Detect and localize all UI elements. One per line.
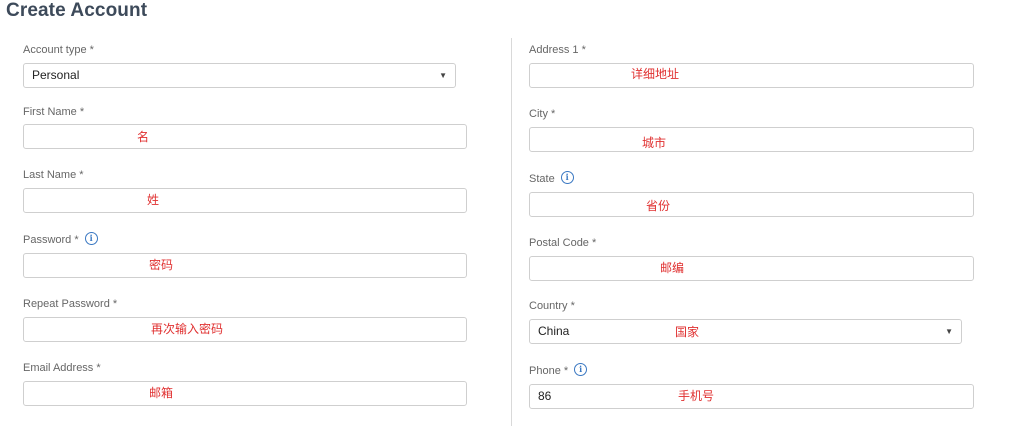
account-type-label: Account type * <box>23 44 94 56</box>
column-divider <box>511 38 512 426</box>
last-name-label-text: Last Name * <box>23 169 84 181</box>
last-name-annotation: 姓 <box>147 193 160 207</box>
password-annotation: 密码 <box>149 258 174 272</box>
postal-code-field[interactable] <box>529 256 974 281</box>
password-field[interactable] <box>23 253 467 278</box>
repeat-password-label: Repeat Password * <box>23 298 117 310</box>
email-field[interactable] <box>23 381 467 406</box>
phone-label: Phone * i <box>529 362 588 377</box>
state-field[interactable] <box>529 192 974 217</box>
first-name-field[interactable] <box>23 124 467 149</box>
country-select[interactable]: China ▼ <box>529 319 962 344</box>
chevron-down-icon: ▼ <box>439 71 447 80</box>
address1-field[interactable] <box>529 63 974 88</box>
email-annotation: 邮箱 <box>149 386 174 400</box>
last-name-label: Last Name * <box>23 169 84 181</box>
repeat-password-annotation: 再次输入密码 <box>151 322 224 336</box>
repeat-password-field[interactable] <box>23 317 467 342</box>
city-field[interactable] <box>529 127 974 152</box>
info-icon[interactable]: i <box>84 231 98 245</box>
phone-value: 86 <box>538 389 552 403</box>
email-label: Email Address * <box>23 362 101 374</box>
first-name-label-text: First Name * <box>23 106 85 118</box>
address1-label-text: Address 1 * <box>529 44 586 56</box>
phone-label-text: Phone * <box>529 365 569 377</box>
phone-field[interactable]: 86 <box>529 384 974 409</box>
email-label-text: Email Address * <box>23 362 101 374</box>
phone-annotation: 手机号 <box>678 389 715 403</box>
country-annotation: 国家 <box>675 325 700 339</box>
first-name-annotation: 名 <box>137 130 150 144</box>
country-label-text: Country * <box>529 300 575 312</box>
account-type-value: Personal <box>32 68 80 82</box>
postal-code-label: Postal Code * <box>529 237 596 249</box>
last-name-field[interactable] <box>23 188 467 213</box>
country-value: China <box>538 324 570 338</box>
info-icon[interactable]: i <box>574 362 588 376</box>
chevron-down-icon: ▼ <box>945 327 953 336</box>
state-label-text: State <box>529 173 555 185</box>
city-label: City * <box>529 108 555 120</box>
country-label: Country * <box>529 300 575 312</box>
password-label-text: Password * <box>23 234 79 246</box>
address1-annotation: 详细地址 <box>631 67 680 81</box>
postal-code-label-text: Postal Code * <box>529 237 597 249</box>
repeat-password-label-text: Repeat Password * <box>23 298 118 310</box>
postal-code-annotation: 邮编 <box>660 261 685 275</box>
info-icon[interactable]: i <box>560 170 574 184</box>
address1-label: Address 1 * <box>529 44 586 56</box>
state-annotation: 省份 <box>646 199 671 213</box>
first-name-label: First Name * <box>23 106 84 118</box>
city-annotation: 城市 <box>642 136 667 150</box>
account-type-select[interactable]: Personal ▼ <box>23 63 456 88</box>
password-label: Password * i <box>23 231 98 246</box>
city-label-text: City * <box>529 108 556 120</box>
state-label: State i <box>529 170 574 185</box>
account-type-label-text: Account type * <box>23 44 94 56</box>
page-title: Create Account <box>6 0 148 21</box>
